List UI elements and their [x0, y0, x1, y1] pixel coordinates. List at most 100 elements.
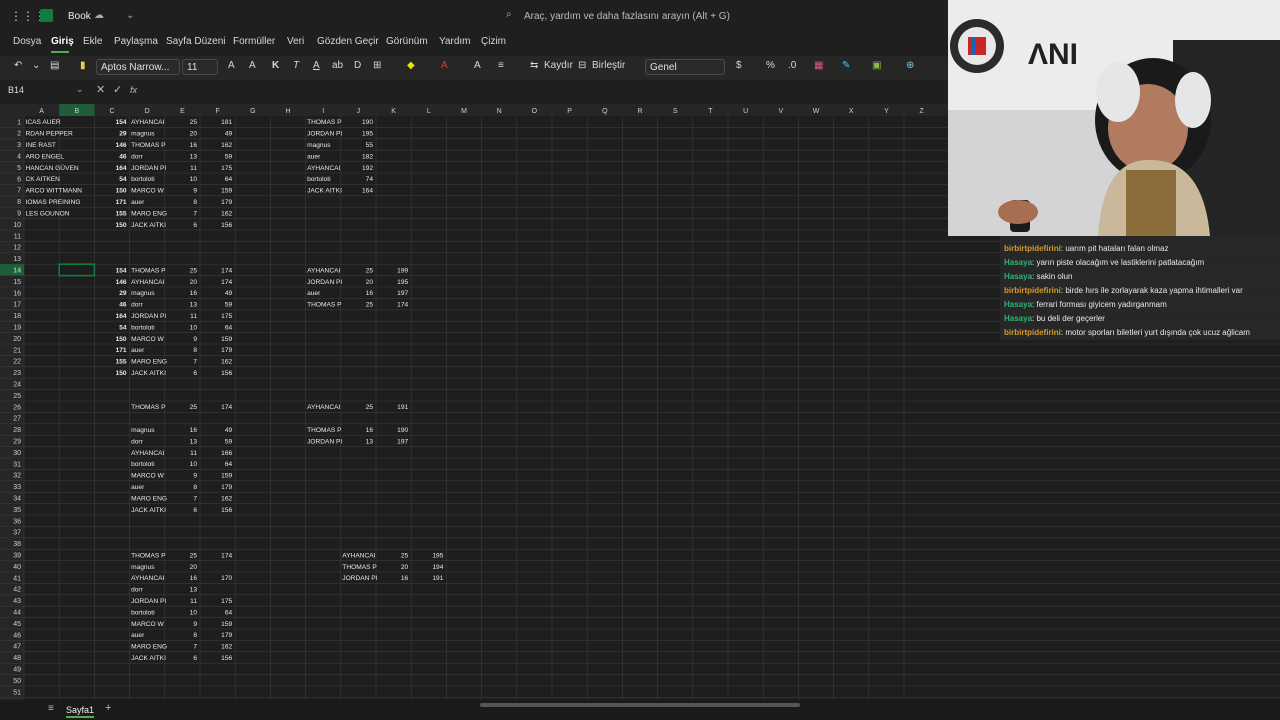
cell-value[interactable]: 7 — [193, 359, 197, 366]
cell-value[interactable]: dorr — [131, 587, 144, 594]
italic-button[interactable]: T — [293, 60, 299, 71]
row-header[interactable]: 17 — [13, 302, 21, 309]
cell-value[interactable]: JACK AITKI — [131, 507, 166, 514]
cell-value[interactable]: 25 — [366, 267, 374, 274]
cell-value[interactable]: AYHANCAI — [307, 267, 340, 274]
cell-value[interactable]: MARCO W — [131, 621, 164, 628]
insert-cells-icon[interactable]: ⊕ — [906, 60, 914, 71]
cell-value[interactable]: 190 — [397, 427, 408, 434]
cell-value[interactable]: 16 — [401, 575, 409, 582]
cell-value[interactable]: bortoloti — [131, 176, 155, 183]
cell-value[interactable]: 9 — [193, 621, 197, 628]
column-header[interactable]: F — [215, 108, 219, 115]
cell-value[interactable]: AYHANCAI — [131, 575, 164, 582]
cell-value[interactable]: 25 — [366, 404, 374, 411]
cell-value[interactable]: AYHANCAI — [131, 279, 164, 286]
cell-value[interactable]: 13 — [190, 438, 198, 445]
cell-value[interactable]: 9 — [193, 188, 197, 195]
cell-value[interactable]: MARCO W — [131, 188, 164, 195]
paste-icon[interactable]: ▤ — [50, 60, 59, 71]
cell-value[interactable]: 166 — [221, 450, 232, 457]
cell-value[interactable]: THOMAS P — [131, 142, 166, 149]
cell-value[interactable]: 179 — [221, 347, 232, 354]
cell-value[interactable]: 174 — [397, 302, 408, 309]
cell-value[interactable]: bortoloti — [131, 461, 155, 468]
cell-value[interactable]: 155 — [116, 359, 127, 366]
cell-value[interactable]: 159 — [221, 621, 232, 628]
merge-button[interactable]: Birleştir — [592, 60, 625, 71]
cell-value[interactable]: 25 — [190, 119, 198, 126]
cell-value[interactable]: 25 — [190, 267, 198, 274]
row-header[interactable]: 10 — [13, 222, 21, 229]
cell-value[interactable]: THOMAS P — [131, 552, 166, 559]
cell-value[interactable]: 154 — [116, 119, 127, 126]
cell-value[interactable]: 25 — [366, 302, 374, 309]
strikethrough-icon[interactable]: ab — [332, 60, 343, 71]
cell-value[interactable]: JORDAN PI — [131, 598, 166, 605]
row-header[interactable]: 36 — [13, 518, 21, 525]
menu-formulas[interactable]: Formüller — [233, 36, 275, 47]
cell-value[interactable]: 9 — [193, 336, 197, 343]
cell-value[interactable]: JACK AITKI — [131, 222, 166, 229]
column-header[interactable]: R — [637, 108, 642, 115]
cell-value[interactable]: magnus — [131, 131, 155, 138]
underline-button[interactable]: A — [313, 60, 320, 71]
percent-icon[interactable]: % — [766, 60, 775, 71]
cell-value[interactable]: HANCAN GÜVEN — [26, 164, 79, 172]
cell-value[interactable]: MARO ENG — [131, 495, 167, 502]
column-header[interactable]: G — [250, 108, 255, 115]
cell-value[interactable]: 164 — [116, 165, 127, 172]
cell-value[interactable]: 64 — [225, 609, 233, 616]
cell-value[interactable]: auer — [131, 199, 145, 206]
cell-value[interactable]: JACK AITKI — [307, 188, 342, 195]
font-name-select[interactable]: Aptos Narrow... — [96, 59, 180, 75]
conditional-format-icon[interactable]: ▦ — [814, 60, 823, 71]
cell-value[interactable]: 194 — [432, 564, 443, 571]
selected-cell[interactable] — [58, 263, 96, 277]
row-header[interactable]: 30 — [13, 450, 21, 457]
menu-data[interactable]: Veri — [287, 36, 304, 47]
cell-value[interactable]: THOMAS P — [342, 564, 377, 571]
cell-value[interactable]: 29 — [119, 290, 127, 297]
cell-value[interactable]: 159 — [221, 473, 232, 480]
bold-button[interactable]: K — [272, 60, 279, 71]
row-header[interactable]: 31 — [13, 461, 21, 468]
cell-value[interactable]: 199 — [397, 267, 408, 274]
name-box[interactable]: B14 — [8, 85, 84, 95]
cell-value[interactable]: 59 — [225, 153, 233, 160]
row-header[interactable]: 26 — [13, 404, 21, 411]
cell-value[interactable]: 49 — [225, 290, 233, 297]
cell-value[interactable]: JORDAN PI — [307, 279, 342, 286]
cell-value[interactable]: 13 — [190, 153, 198, 160]
cell-value[interactable]: 164 — [362, 188, 373, 195]
cell-value[interactable]: auer — [307, 153, 321, 160]
cell-value[interactable]: 8 — [193, 199, 197, 206]
all-sheets-icon[interactable]: ≡ — [48, 703, 54, 714]
cell-value[interactable]: dorr — [131, 302, 144, 309]
cell-value[interactable]: 174 — [221, 267, 232, 274]
column-header[interactable]: Z — [919, 108, 924, 115]
menu-view[interactable]: Görünüm — [386, 36, 428, 47]
cell-value[interactable]: 46 — [119, 153, 127, 160]
cell-value[interactable]: 16 — [190, 142, 198, 149]
row-header[interactable]: 8 — [17, 199, 21, 206]
add-sheet-icon[interactable]: + — [105, 702, 111, 714]
cell-value[interactable]: 154 — [116, 267, 127, 274]
column-header[interactable]: H — [285, 108, 290, 115]
search-box[interactable]: Araç, yardım ve daha fazlasını arayın (A… — [524, 11, 730, 22]
chevron-down-icon[interactable]: ⌄ — [126, 10, 134, 21]
cell-value[interactable]: 13 — [366, 438, 374, 445]
cell-value[interactable]: 179 — [221, 632, 232, 639]
cell-value[interactable]: AYHANCAI — [131, 119, 164, 126]
cell-value[interactable]: 16 — [190, 427, 198, 434]
cell-value[interactable]: bortoloti — [131, 324, 155, 331]
cell-value[interactable]: 156 — [221, 222, 232, 229]
cell-value[interactable]: LES GOUNON — [26, 210, 70, 217]
cell-value[interactable]: 10 — [190, 324, 198, 331]
cell-value[interactable]: 64 — [225, 324, 233, 331]
cell-value[interactable]: 191 — [432, 575, 443, 582]
cell-value[interactable]: 171 — [116, 347, 127, 354]
document-title[interactable]: Book — [68, 11, 91, 22]
menu-home[interactable]: Giriş — [51, 36, 74, 47]
cell-value[interactable]: 150 — [116, 370, 127, 377]
